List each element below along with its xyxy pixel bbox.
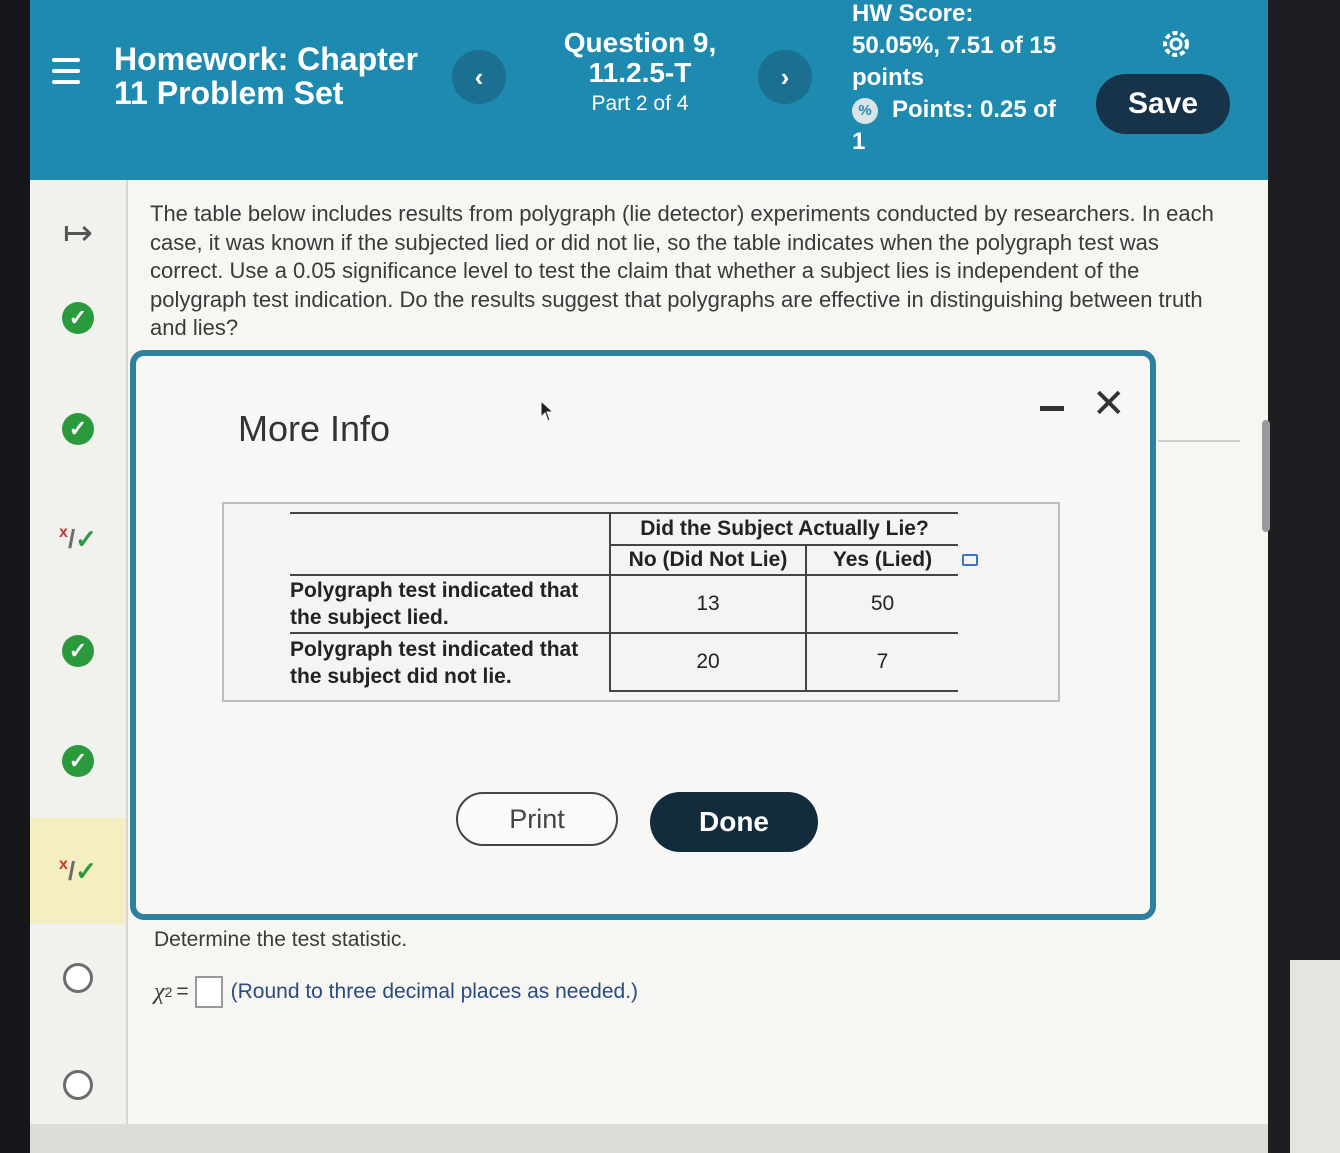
table-cell: 20	[609, 633, 806, 692]
gear-icon[interactable]	[1158, 26, 1194, 62]
background-strip	[1290, 960, 1340, 1153]
chi-symbol: χ	[154, 978, 165, 1005]
answer-row: χ 2 = (Round to three decimal places as …	[154, 976, 638, 1008]
question-title: Question 9, 11.2.5-T	[563, 27, 717, 88]
hw-score-value: 50.05%, 7.51 of 15 points	[852, 32, 1057, 91]
minimize-icon[interactable]	[1040, 406, 1064, 411]
check-icon: ✓	[62, 413, 94, 445]
unanswered-circle-icon	[63, 1070, 93, 1100]
test-statistic-input[interactable]	[194, 976, 223, 1008]
partial-credit-icon: %	[852, 97, 878, 124]
save-button[interactable]: Save	[1096, 74, 1230, 134]
question-part: Part 2 of 4	[591, 92, 689, 115]
column-header-no: No (Did Not Lie)	[609, 545, 806, 576]
data-table-frame: Did the Subject Actually Lie? No (Did No…	[222, 502, 1060, 702]
divider	[1158, 440, 1240, 442]
determine-prompt: Determine the test statistic.	[154, 928, 408, 951]
question-text: The table below includes results from po…	[150, 201, 1214, 340]
table-cell: 7	[805, 633, 958, 692]
table-row: Polygraph test indicated that the subject…	[290, 632, 958, 692]
sidebar-item-q4[interactable]: ✓	[30, 598, 126, 704]
column-header-yes: Yes (Lied)	[805, 545, 958, 576]
sidebar-item-q2[interactable]: ✓	[30, 376, 126, 482]
points-row: % Points: 0.25 of 1	[852, 94, 1072, 158]
hamburger-menu-icon[interactable]	[52, 58, 80, 84]
mouse-cursor-icon	[540, 400, 554, 422]
chevron-right-icon: ›	[780, 61, 790, 92]
dialog-title: More Info	[238, 408, 391, 449]
copy-table-icon[interactable]	[962, 554, 978, 566]
table-corner	[290, 512, 610, 575]
check-icon: ✓	[62, 635, 94, 667]
chi-superscript: 2	[164, 984, 173, 1000]
points-label: Points: 0.25 of 1	[852, 96, 1057, 155]
equals-sign: =	[176, 980, 189, 1003]
table-cell: 50	[805, 575, 958, 634]
check-icon: ✓	[62, 302, 94, 334]
device-bezel-left	[0, 0, 30, 1153]
bottom-bar	[30, 1124, 1268, 1153]
row-label: Polygraph test indicated that the subject…	[290, 632, 610, 691]
row-label: Polygraph test indicated that the subject…	[290, 574, 610, 633]
top-header: Homework: Chapter 11 Problem Set ‹ Quest…	[30, 0, 1268, 180]
next-question-button[interactable]: ›	[758, 50, 812, 104]
check-icon: ✓	[62, 745, 94, 777]
sidebar-item-q7[interactable]	[30, 925, 126, 1031]
partial-credit-icon: x/✓	[59, 523, 97, 554]
homework-title: Homework: Chapter 11 Problem Set	[114, 41, 419, 111]
close-icon[interactable]: ✕	[1092, 384, 1126, 424]
scrollbar-thumb[interactable]	[1262, 420, 1270, 532]
done-button[interactable]: Done	[650, 792, 818, 852]
previous-question-button[interactable]: ‹	[452, 50, 506, 104]
more-info-dialog: More Info ✕ Did the Subject Actually Lie…	[130, 350, 1156, 920]
score-panel: HW Score: 50.05%, 7.51 of 15 points % Poi…	[852, 0, 1072, 158]
chevron-left-icon: ‹	[474, 61, 484, 92]
table-cell: 13	[609, 575, 806, 634]
sidebar-item-current[interactable]: x/✓	[30, 818, 126, 924]
sidebar-item-q1[interactable]: ✓	[30, 265, 126, 371]
rounding-note: (Round to three decimal places as needed…	[230, 980, 639, 1003]
partial-credit-icon: x/✓	[59, 855, 97, 886]
question-sidebar: ↦ ✓ ✓ x/✓ ✓ ✓ x/✓	[30, 180, 128, 1153]
sidebar-item-q3[interactable]: x/✓	[30, 486, 126, 592]
unanswered-circle-icon	[63, 963, 93, 993]
expand-arrow-icon: ↦	[62, 212, 94, 253]
group-header: Did the Subject Actually Lie?	[609, 512, 958, 546]
contingency-table: Did the Subject Actually Lie? No (Did No…	[290, 512, 958, 692]
sidebar-item-q5[interactable]: ✓	[30, 708, 126, 814]
hw-score-label: HW Score:	[852, 0, 974, 27]
print-button[interactable]: Print	[456, 792, 618, 846]
sidebar-item-q8[interactable]	[30, 1032, 126, 1138]
table-row: Polygraph test indicated that the subject…	[290, 574, 958, 634]
question-indicator: Question 9, 11.2.5-T Part 2 of 4	[540, 28, 740, 116]
